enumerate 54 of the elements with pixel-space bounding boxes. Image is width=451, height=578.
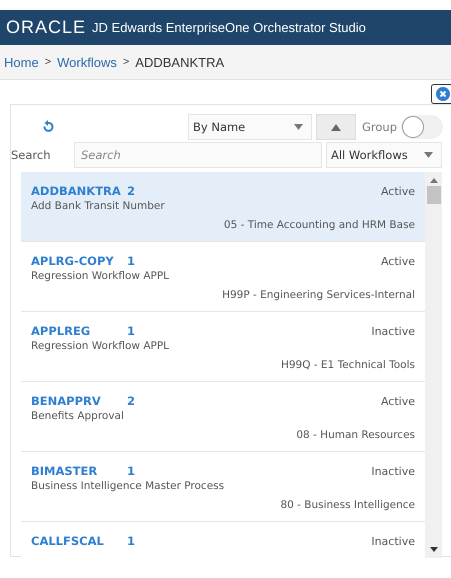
breadcrumb-link[interactable]: Workflows — [57, 54, 117, 70]
workflow-product: H99P - Engineering Services-Internal — [221, 289, 415, 301]
caret-icon — [294, 124, 303, 130]
workflow-description: Regression Workflow APPL — [31, 270, 170, 282]
workflow-version: 1 — [127, 254, 136, 268]
refresh-icon — [41, 120, 55, 134]
sort-dropdown[interactable]: By Name — [188, 114, 312, 140]
workflow-description: Regression Workflow APPL — [31, 340, 170, 352]
workflow-product: 80 - Business Intelligence — [279, 499, 415, 511]
group-toggle[interactable] — [401, 115, 443, 139]
scrollbar[interactable] — [425, 172, 442, 558]
workflow-status: Inactive — [371, 535, 415, 548]
workflow-version: 1 — [127, 324, 136, 338]
workflow-status: Active — [380, 395, 415, 408]
workflow-version: 1 — [127, 464, 136, 478]
workflow-version: 2 — [127, 184, 136, 198]
caret-up-icon — [330, 124, 341, 130]
scroll-up-icon — [430, 178, 438, 183]
workflow-description: Benefits Approval — [31, 410, 125, 422]
caret-icon — [424, 152, 433, 158]
workflow-item[interactable]: ADDBANKTRA 2 Active Add Bank Transit Number 05 - Time Accounting and HRM Base — [21, 172, 425, 242]
group-label: Group — [362, 120, 397, 134]
breadcrumb-separator: > — [122, 56, 130, 68]
workflow-version: 2 — [127, 394, 136, 408]
close-button[interactable] — [431, 84, 451, 104]
oracle-logo: ORACLE — [6, 17, 86, 38]
filter-dropdown[interactable]: All Workflows — [326, 142, 442, 168]
workflow-product: 05 - Time Accounting and HRM Base — [222, 219, 415, 231]
workflow-product: 08 - Human Resources — [295, 429, 415, 441]
workflow-status: Inactive — [371, 465, 415, 478]
scroll-thumb[interactable] — [426, 186, 440, 204]
scroll-down-icon — [430, 547, 438, 552]
search-label: Search — [11, 148, 52, 162]
workflow-name: BENAPPRV — [31, 394, 102, 408]
workflow-status: Active — [380, 255, 415, 268]
workflow-status: Active — [380, 185, 415, 198]
sort-direction-button[interactable] — [316, 114, 356, 140]
workflow-description: Business Intelligence Master Process — [31, 480, 226, 492]
close-icon — [436, 87, 450, 101]
workflow-name: CALLFSCAL — [31, 534, 105, 548]
workflow-product: H99Q - E1 Technical Tools — [280, 359, 415, 371]
breadcrumb-current: ADDBANKTRA — [135, 54, 224, 70]
breadcrumb-separator: > — [44, 56, 52, 68]
workflow-version: 1 — [127, 534, 136, 548]
breadcrumb-link[interactable]: Home — [4, 54, 39, 70]
workflow-status: Inactive — [371, 325, 415, 338]
app-title: JD Edwards EnterpriseOne Orchestrator Studio — [92, 20, 366, 35]
refresh-button[interactable] — [41, 120, 55, 134]
workflow-name: APPLREG — [31, 324, 92, 338]
workflow-description: Add Bank Transit Number — [31, 200, 166, 212]
workflow-name: ADDBANKTRA — [31, 184, 122, 198]
workflow-name: BIMASTER — [31, 464, 98, 478]
search-field[interactable]: Search — [74, 142, 322, 168]
workflow-name: APLRG-COPY — [31, 254, 115, 268]
